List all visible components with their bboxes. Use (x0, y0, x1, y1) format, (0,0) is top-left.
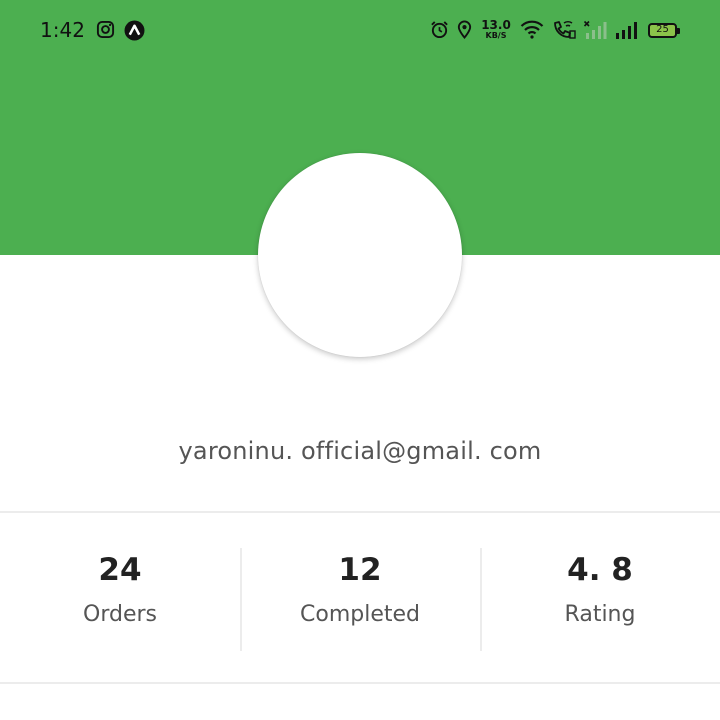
avatar[interactable] (258, 153, 462, 357)
wifi-icon (520, 20, 544, 39)
stat-orders-label: Orders (83, 602, 157, 627)
profile-email: yaroninu. official@gmail. com (178, 437, 542, 465)
stat-completed-value: 12 (338, 552, 382, 588)
stat-completed: 12 Completed (240, 548, 480, 651)
signal-no-service-icon (583, 20, 607, 39)
status-bar: 1:42 13.0 KB/S 25 (0, 0, 720, 64)
alarm-icon (431, 21, 448, 39)
wifi-calling-icon (554, 20, 576, 39)
stat-rating-label: Rating (564, 602, 636, 627)
stat-rating-value: 4. 8 (567, 552, 633, 588)
stat-orders-value: 24 (98, 552, 142, 588)
instagram-icon (96, 20, 115, 39)
divider-bottom (0, 682, 720, 684)
network-speed: 13.0 KB/S (481, 19, 511, 40)
battery-icon: 25 (648, 23, 680, 38)
location-icon (457, 20, 472, 39)
network-speed-value: 13.0 (481, 18, 511, 32)
status-time: 1:42 (40, 18, 85, 42)
network-speed-unit: KB/S (485, 31, 507, 40)
profile-screen: 1:42 13.0 KB/S 25 yaroninu. official@gma… (0, 0, 720, 720)
stat-rating: 4. 8 Rating (480, 548, 720, 651)
battery-level: 25 (656, 24, 669, 35)
stats-row: 24 Orders 12 Completed 4. 8 Rating (0, 548, 720, 651)
signal-icon (616, 22, 637, 39)
stat-completed-label: Completed (300, 602, 420, 627)
divider-top (0, 511, 720, 513)
stat-orders: 24 Orders (0, 548, 240, 651)
app-notification-icon (124, 20, 145, 41)
